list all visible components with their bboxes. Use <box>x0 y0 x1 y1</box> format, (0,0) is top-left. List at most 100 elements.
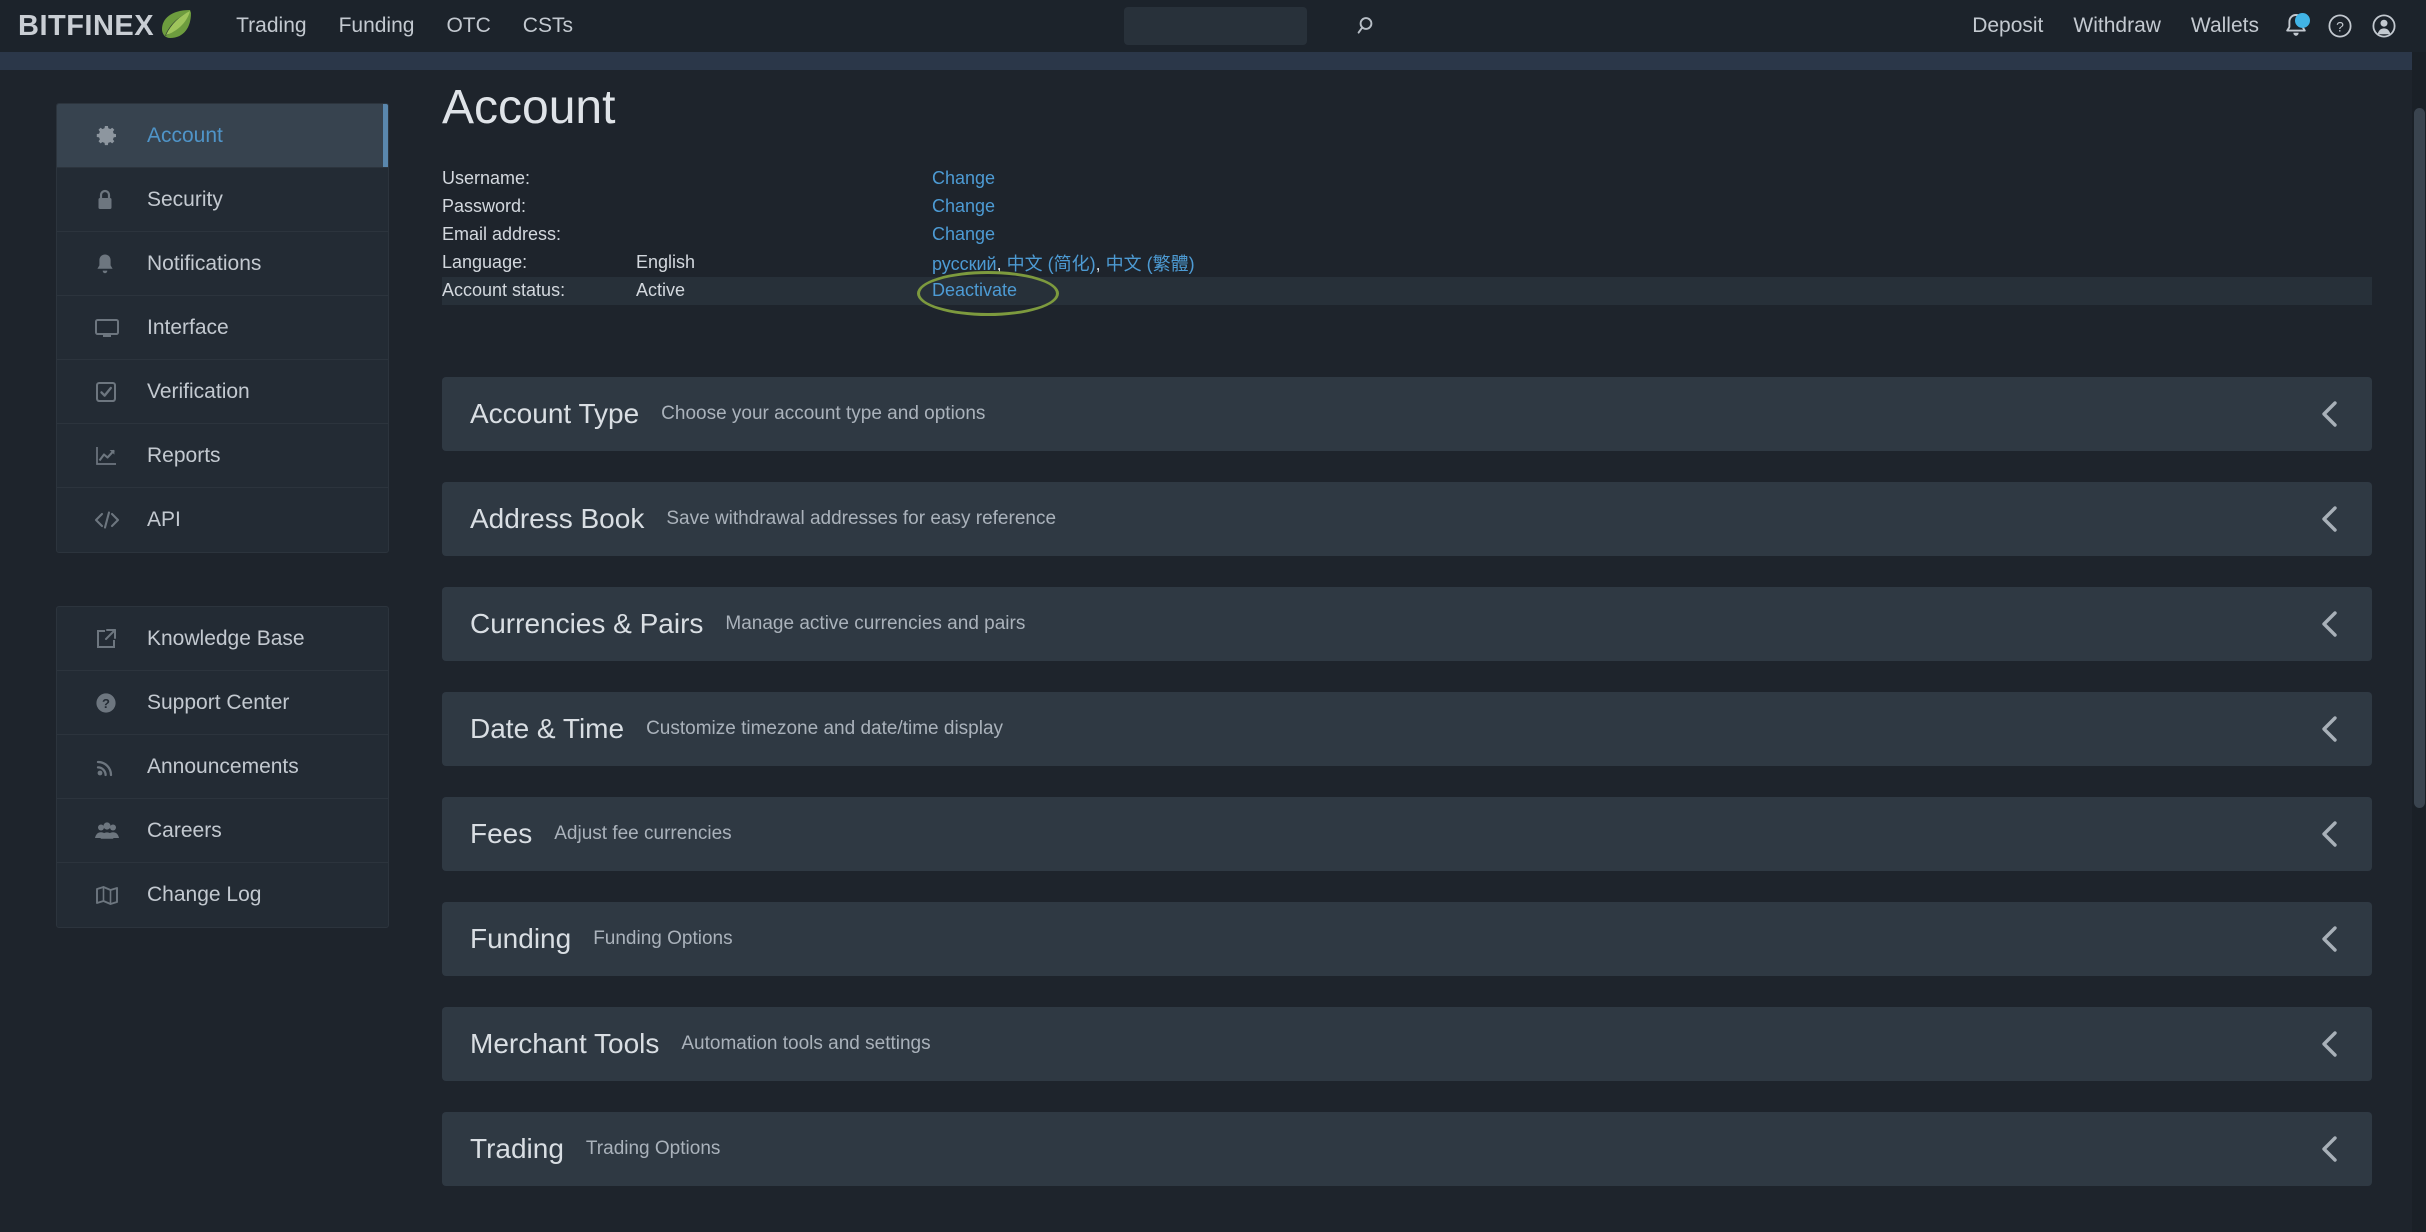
page-title: Account <box>442 81 616 134</box>
sidebar-group-resources: Knowledge Base ? Support Center Announce… <box>56 606 389 928</box>
panel-merchant-tools[interactable]: Merchant Tools Automation tools and sett… <box>442 1006 2372 1081</box>
chevron-left-icon[interactable] <box>2318 924 2342 954</box>
notification-badge <box>2295 13 2310 28</box>
chevron-left-icon[interactable] <box>2318 819 2342 849</box>
panel-description: Funding Options <box>593 927 733 949</box>
help-circle-icon: ? <box>2328 14 2352 38</box>
panel-title: Date & Time <box>470 712 625 744</box>
leaf-icon <box>158 7 194 46</box>
panel-title: Account Type <box>470 397 640 429</box>
panel-description: Trading Options <box>585 1137 721 1159</box>
page-scrollbar-thumb[interactable] <box>2414 108 2425 808</box>
search-icon[interactable] <box>1355 15 1377 37</box>
panel-title: Fees <box>470 817 533 849</box>
language-link-chinese-simplified[interactable]: 中文 (简化) <box>1007 254 1096 274</box>
sidebar-item-reports[interactable]: Reports <box>57 424 388 488</box>
gear-icon <box>93 123 129 149</box>
nav-wallets[interactable]: Wallets <box>2176 0 2274 52</box>
nav-trading[interactable]: Trading <box>220 0 322 52</box>
panel-description: Automation tools and settings <box>681 1032 931 1054</box>
sidebar-item-label: Knowledge Base <box>147 626 305 650</box>
nav-withdraw[interactable]: Withdraw <box>2058 0 2176 52</box>
lock-icon <box>93 187 129 213</box>
main-content: Account Username: Change Password: Chang… <box>442 81 2372 1217</box>
external-link-icon <box>93 626 129 652</box>
sidebar-item-label: API <box>147 508 181 531</box>
sidebar: Account Security Notifications Interface… <box>56 103 389 928</box>
sidebar-item-verification[interactable]: Verification <box>57 360 388 424</box>
monitor-icon <box>93 316 129 340</box>
panel-fees[interactable]: Fees Adjust fee currencies <box>442 796 2372 871</box>
sidebar-item-careers[interactable]: Careers <box>57 799 388 863</box>
header-accent-strip <box>0 52 2426 70</box>
panel-trading[interactable]: Trading Trading Options <box>442 1111 2372 1186</box>
notifications-button[interactable] <box>2274 0 2318 52</box>
map-book-icon <box>93 883 129 907</box>
search-input[interactable] <box>1124 16 1355 36</box>
sidebar-item-notifications[interactable]: Notifications <box>57 232 388 296</box>
sidebar-item-security[interactable]: Security <box>57 168 388 232</box>
account-row-password: Password: Change <box>442 193 2372 221</box>
question-circle-icon: ? <box>93 690 129 716</box>
row-key: Password: <box>442 196 527 217</box>
rss-icon <box>93 754 129 780</box>
nav-otc[interactable]: OTC <box>430 0 506 52</box>
chevron-left-icon[interactable] <box>2318 504 2342 534</box>
panel-account-type[interactable]: Account Type Choose your account type an… <box>442 376 2372 451</box>
chevron-left-icon[interactable] <box>2318 399 2342 429</box>
account-row-language: Language: English русский, 中文 (简化), 中文 (… <box>442 249 2372 277</box>
change-email-link[interactable]: Change <box>932 224 995 244</box>
nav-funding[interactable]: Funding <box>323 0 431 52</box>
panel-title: Merchant Tools <box>470 1027 660 1059</box>
panel-description: Save withdrawal addresses for easy refer… <box>666 507 1057 529</box>
svg-text:?: ? <box>2336 19 2344 35</box>
row-value: English <box>636 252 696 273</box>
sidebar-item-knowledge-base[interactable]: Knowledge Base <box>57 607 388 671</box>
panel-date-time[interactable]: Date & Time Customize timezone and date/… <box>442 691 2372 766</box>
checkbox-check-icon <box>93 379 129 405</box>
sidebar-item-support-center[interactable]: ? Support Center <box>57 671 388 735</box>
sidebar-item-api[interactable]: API <box>57 488 388 552</box>
account-menu-button[interactable] <box>2362 0 2406 52</box>
language-link-chinese-traditional[interactable]: 中文 (繁體) <box>1106 254 1195 274</box>
row-action: Change <box>932 224 995 245</box>
chevron-left-icon[interactable] <box>2318 1134 2342 1164</box>
page-scrollbar-track[interactable] <box>2412 52 2426 1232</box>
search-box[interactable] <box>1124 7 1373 45</box>
sidebar-item-label: Account <box>147 123 223 147</box>
sidebar-item-change-log[interactable]: Change Log <box>57 863 388 927</box>
sidebar-item-announcements[interactable]: Announcements <box>57 735 388 799</box>
nav-deposit[interactable]: Deposit <box>1957 0 2058 52</box>
row-value: Active <box>636 280 686 301</box>
chevron-left-icon[interactable] <box>2318 609 2342 639</box>
account-row-email: Email address: Change <box>442 221 2372 249</box>
row-action: Change <box>932 196 995 217</box>
panel-address-book[interactable]: Address Book Save withdrawal addresses f… <box>442 481 2372 556</box>
chevron-left-icon[interactable] <box>2318 1029 2342 1059</box>
panel-funding[interactable]: Funding Funding Options <box>442 901 2372 976</box>
nav-csts[interactable]: CSTs <box>507 0 589 52</box>
row-action: Deactivate <box>917 271 1059 317</box>
sidebar-item-label: Interface <box>147 315 229 339</box>
language-link-russian[interactable]: русский <box>932 254 997 274</box>
panel-description: Adjust fee currencies <box>554 822 732 844</box>
deactivate-link[interactable]: Deactivate <box>932 280 1017 300</box>
change-password-link[interactable]: Change <box>932 196 995 216</box>
panel-title: Address Book <box>470 502 645 534</box>
language-separator: , <box>1095 253 1101 274</box>
chevron-left-icon[interactable] <box>2318 714 2342 744</box>
sidebar-item-interface[interactable]: Interface <box>57 296 388 360</box>
panel-description: Customize timezone and date/time display <box>646 717 1004 739</box>
help-button[interactable]: ? <box>2318 0 2362 52</box>
panel-currencies-pairs[interactable]: Currencies & Pairs Manage active currenc… <box>442 586 2372 661</box>
brand-wordmark: BITFINEX <box>18 9 155 42</box>
panel-title: Funding <box>470 922 572 954</box>
sidebar-item-account[interactable]: Account <box>57 104 388 168</box>
sidebar-item-label: Support Center <box>147 690 290 714</box>
sidebar-item-label: Announcements <box>147 754 299 778</box>
sidebar-item-label: Reports <box>147 443 221 467</box>
sidebar-item-label: Security <box>147 187 223 211</box>
brand-logo[interactable]: BITFINEX <box>18 0 194 52</box>
change-username-link[interactable]: Change <box>932 168 995 188</box>
row-key: Language: <box>442 252 528 273</box>
